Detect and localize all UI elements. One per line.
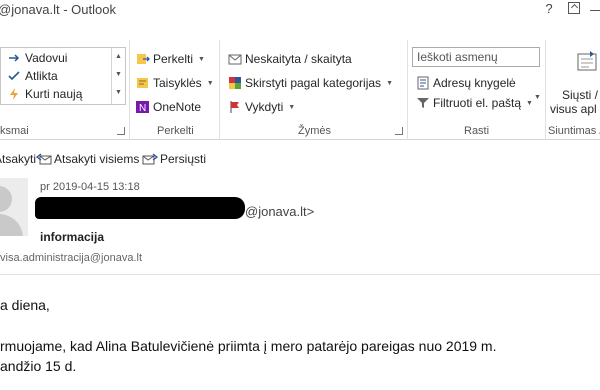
ribbon: Vadovui Atlikta Kurti naują ▲ ▼ ▼ ksmai	[0, 40, 600, 140]
group-label: ksmai	[0, 125, 29, 137]
group-label: Žymės	[298, 125, 331, 137]
chevron-down-icon: ▼	[198, 55, 205, 63]
check-icon	[7, 69, 21, 83]
tags-group: Neskaityta / skaityta Skirstyti pagal ka…	[220, 40, 408, 140]
categorize-button[interactable]: Skirstyti pagal kategorijas ▼	[228, 76, 393, 90]
rules-label: Taisyklės	[153, 76, 202, 90]
reply-all-button[interactable]: Atsakyti visiems	[35, 152, 140, 166]
forward-label: Persiųsti	[160, 152, 207, 166]
chevron-down-icon[interactable]: ▼	[112, 66, 125, 84]
group-label: Rasti	[464, 125, 490, 137]
body-line: andžio 15 d.	[0, 358, 77, 374]
avatar-head	[0, 186, 12, 212]
rules-icon	[136, 76, 150, 90]
window-title: @jonava.lt - Outlook	[0, 2, 116, 17]
lightning-icon	[7, 87, 21, 101]
gallery-scroll[interactable]: ▲ ▼ ▼	[111, 48, 125, 104]
arrow-right-icon	[7, 51, 21, 65]
quick-steps-group: Vadovui Atlikta Kurti naują ▲ ▼ ▼ ksmai	[0, 40, 130, 140]
ribbon-display-icon	[568, 2, 580, 14]
address-book-icon	[416, 76, 430, 90]
search-people-input[interactable]: Ieškoti asmenų	[412, 47, 540, 67]
quick-step-label: Vadovui	[25, 51, 68, 65]
quick-step-item[interactable]: Vadovui	[7, 51, 67, 65]
move-group: Perkelti ▼ Taisyklės ▼ N OneNote Perkelti	[130, 40, 220, 140]
reply-button[interactable]: Atsakyti	[0, 152, 36, 166]
send-receive-line2: visus apl	[550, 102, 597, 116]
move-label: Perkelti	[153, 52, 194, 66]
categorize-label: Skirstyti pagal kategorijas	[245, 76, 382, 90]
avatar-body	[0, 214, 23, 236]
redaction-mark	[35, 197, 245, 219]
filter-icon	[416, 96, 430, 110]
title-bar: @jonava.lt - Outlook ?	[0, 0, 600, 20]
reply-all-icon	[35, 152, 52, 166]
sender-address[interactable]: @jonava.lt>	[245, 204, 314, 219]
dialog-launcher-icon[interactable]	[117, 127, 125, 135]
send-receive-line1: Siųsti /	[562, 88, 599, 102]
send-receive-all-icon[interactable]	[576, 50, 598, 74]
minimize-button[interactable]	[590, 0, 600, 18]
message-date: pr 2019-04-15 13:18	[40, 181, 140, 193]
group-label: Siuntimas /	[548, 125, 600, 137]
quick-step-item[interactable]: Atlikta	[7, 69, 58, 83]
filter-email-label: Filtruoti el. paštą	[433, 96, 522, 110]
quick-steps-gallery: Vadovui Atlikta Kurti naują ▲ ▼ ▼	[0, 47, 126, 105]
follow-up-button[interactable]: Vykdyti ▼	[228, 100, 295, 114]
rules-button[interactable]: Taisyklės ▼	[136, 76, 214, 90]
find-group: Ieškoti asmenų Adresų knygelė Filtruoti …	[408, 40, 546, 140]
quick-step-label: Atlikta	[25, 69, 58, 83]
quick-step-label: Kurti naują	[25, 87, 83, 101]
follow-up-label: Vykdyti	[245, 100, 284, 114]
flag-icon	[228, 100, 242, 114]
avatar	[0, 178, 28, 236]
chevron-down-icon: ▼	[206, 79, 214, 87]
help-button[interactable]: ?	[542, 0, 556, 18]
onenote-icon: N	[136, 100, 150, 114]
body-line: a diena,	[0, 297, 50, 313]
filter-email-button[interactable]: Filtruoti el. paštą ▼	[416, 96, 533, 110]
svg-text:N: N	[139, 103, 146, 114]
onenote-label: OneNote	[153, 100, 202, 114]
dialog-launcher-icon[interactable]	[395, 127, 403, 135]
header-divider	[0, 274, 600, 275]
reply-label: Atsakyti	[0, 152, 37, 166]
address-book-button[interactable]: Adresų knygelė	[416, 76, 516, 90]
send-receive-group: Siųsti / visus apl ▼ Siuntimas /	[534, 40, 600, 140]
quick-step-item[interactable]: Kurti naują	[7, 87, 82, 101]
forward-button[interactable]: Persiųsti	[142, 152, 206, 166]
chevron-down-icon[interactable]: ▼	[534, 94, 541, 101]
forward-icon	[142, 152, 159, 166]
unread-read-label: Neskaityta / skaityta	[245, 52, 352, 66]
move-icon	[136, 52, 150, 66]
unread-read-button[interactable]: Neskaityta / skaityta	[228, 52, 352, 66]
address-book-label: Adresų knygelė	[433, 76, 516, 90]
message-subject: informacija	[40, 230, 105, 244]
ribbon-display-options-button[interactable]	[566, 0, 582, 18]
chevron-down-icon: ▼	[526, 99, 533, 107]
more-icon[interactable]: ▼	[112, 84, 125, 102]
body-line: rmuojame, kad Alina Batulevičienė priimt…	[0, 338, 497, 354]
onenote-button[interactable]: N OneNote	[136, 100, 201, 114]
message-actions: Atsakyti Atsakyti visiems Persiųsti	[0, 150, 600, 172]
envelope-icon	[228, 52, 242, 66]
chevron-down-icon: ▼	[288, 103, 296, 111]
reply-all-label: Atsakyti visiems	[54, 152, 140, 166]
chevron-up-icon[interactable]: ▲	[112, 48, 125, 66]
move-button[interactable]: Perkelti ▼	[136, 52, 205, 66]
chevron-down-icon: ▼	[386, 79, 393, 87]
group-label: Perkelti	[157, 125, 194, 137]
recipient-address[interactable]: visa.administracija@jonava.lt	[0, 252, 142, 264]
categories-icon	[228, 76, 242, 90]
